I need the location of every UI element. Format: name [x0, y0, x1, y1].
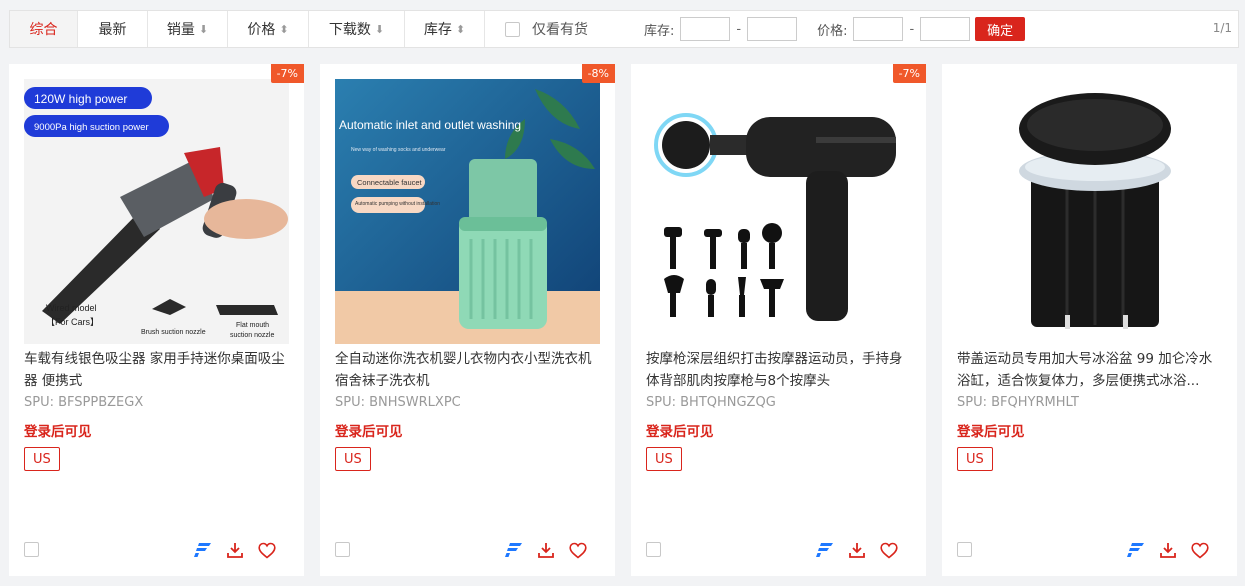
- product-card[interactable]: -7% 按摩枪深层组织打击按摩器运动员，手持身体背部肌肉按摩枪与8个按摩头 SP…: [631, 64, 926, 576]
- card-actions: [192, 539, 278, 561]
- product-title[interactable]: 带盖运动员专用加大号冰浴盆 99 加仑冷水浴缸，适合恢复体力，多层便携式冰浴..…: [957, 348, 1225, 392]
- tab-label: 最新: [98, 22, 127, 38]
- brand-f-icon[interactable]: [814, 539, 836, 561]
- product-title[interactable]: 按摩枪深层组织打击按摩器运动员，手持身体背部肌肉按摩枪与8个按摩头: [646, 348, 914, 392]
- page-indicator: 1/1: [1212, 21, 1232, 35]
- image-text: Flat mouth: [236, 322, 269, 329]
- market-tag: US: [24, 447, 60, 471]
- confirm-button[interactable]: 确定: [975, 17, 1026, 41]
- in-stock-checkbox[interactable]: [505, 21, 520, 37]
- brand-f-icon[interactable]: [192, 539, 214, 561]
- tab-downloads[interactable]: 下载数 ⬇: [309, 11, 405, 47]
- discount-badge: -7%: [270, 64, 304, 83]
- tab-label: 综合: [29, 22, 58, 38]
- select-checkbox[interactable]: [335, 542, 350, 557]
- product-image[interactable]: 120W high power 9000Pa high suction powe…: [24, 79, 289, 344]
- tab-stock[interactable]: 库存 ⬍: [405, 11, 485, 47]
- download-icon[interactable]: [535, 539, 557, 561]
- price-min-input[interactable]: [853, 17, 904, 41]
- discount-badge: -8%: [581, 64, 615, 83]
- market-tag: US: [646, 447, 682, 471]
- card-actions: [503, 539, 589, 561]
- login-to-view-price[interactable]: 登录后可见: [335, 420, 403, 440]
- stock-range-label: 库存:: [644, 23, 675, 39]
- range-dash: -: [736, 21, 742, 37]
- product-spu: SPU: BHTQHNGZQG: [646, 395, 776, 410]
- image-text: New way of washing socks and underwear: [351, 147, 446, 153]
- login-to-view-price[interactable]: 登录后可见: [957, 420, 1025, 440]
- brand-f-icon[interactable]: [503, 539, 525, 561]
- image-text: suction nozzle: [230, 332, 274, 339]
- image-text: Brush suction nozzle: [141, 329, 206, 336]
- in-stock-filter: 仅看有货: [505, 19, 588, 39]
- image-text: Wired model: [46, 303, 97, 313]
- product-spu: SPU: BNHSWRLXPC: [335, 395, 461, 410]
- sort-updown-icon: ⬍: [455, 22, 466, 36]
- product-card[interactable]: Automatic inlet and outlet washing New w…: [320, 64, 615, 576]
- product-grid: 120W high power 9000Pa high suction powe…: [9, 64, 1237, 576]
- product-title[interactable]: 全自动迷你洗衣机婴儿衣物内衣小型洗衣机宿舍袜子洗衣机: [335, 348, 603, 392]
- product-image[interactable]: [957, 79, 1222, 344]
- stock-max-input[interactable]: [747, 17, 798, 41]
- market-tag: US: [335, 447, 371, 471]
- heart-icon[interactable]: [878, 539, 900, 561]
- image-text: Automatic pumping without installation: [355, 201, 440, 207]
- product-spu: SPU: BFSPPBZEGX: [24, 395, 144, 410]
- download-icon[interactable]: [1157, 539, 1179, 561]
- product-card[interactable]: 120W high power 9000Pa high suction powe…: [9, 64, 304, 576]
- product-title[interactable]: 车载有线银色吸尘器 家用手持迷你桌面吸尘器 便携式: [24, 348, 292, 392]
- tab-label: 销量: [166, 22, 195, 38]
- product-image[interactable]: [646, 79, 911, 344]
- tab-price[interactable]: 价格 ⬍: [228, 11, 309, 47]
- stock-min-input[interactable]: [680, 17, 731, 41]
- select-checkbox[interactable]: [646, 542, 661, 557]
- image-text: 【For Cars】: [46, 317, 99, 327]
- range-dash: -: [909, 21, 915, 37]
- product-image[interactable]: Automatic inlet and outlet washing New w…: [335, 79, 600, 344]
- product-spu: SPU: BFQHYRMHLT: [957, 395, 1079, 410]
- price-max-input[interactable]: [920, 17, 971, 41]
- in-stock-label: 仅看有货: [532, 22, 588, 38]
- image-text: Automatic inlet and outlet washing: [339, 118, 521, 132]
- tab-newest[interactable]: 最新: [78, 11, 148, 47]
- login-to-view-price[interactable]: 登录后可见: [24, 420, 92, 440]
- stock-range: 库存: -: [644, 17, 798, 41]
- sort-updown-icon: ⬍: [279, 22, 289, 36]
- heart-icon[interactable]: [1189, 539, 1211, 561]
- heart-icon[interactable]: [256, 539, 278, 561]
- market-tag: US: [957, 447, 993, 471]
- select-checkbox[interactable]: [957, 542, 972, 557]
- login-to-view-price[interactable]: 登录后可见: [646, 420, 714, 440]
- tab-label: 库存: [423, 22, 452, 38]
- tab-sales[interactable]: 销量 ⬇: [148, 11, 228, 47]
- image-text: Connectable faucet: [357, 178, 423, 187]
- download-icon[interactable]: [224, 539, 246, 561]
- brand-f-icon[interactable]: [1125, 539, 1147, 561]
- heart-icon[interactable]: [567, 539, 589, 561]
- image-text: 9000Pa high suction power: [34, 122, 149, 133]
- tab-comprehensive[interactable]: 综合: [10, 11, 78, 47]
- image-text: 120W high power: [34, 92, 127, 106]
- card-actions: [814, 539, 900, 561]
- card-actions: [1125, 539, 1211, 561]
- tab-label: 下载数: [328, 22, 371, 38]
- price-range-label: 价格:: [817, 23, 848, 39]
- select-checkbox[interactable]: [24, 542, 39, 557]
- sort-toolbar: 综合 最新 销量 ⬇ 价格 ⬍ 下载数 ⬇ 库存 ⬍ 仅看有货 库存: - 价格: - …: [9, 10, 1239, 48]
- discount-badge: -7%: [892, 64, 926, 83]
- tab-label: 价格: [247, 22, 276, 38]
- product-card[interactable]: 带盖运动员专用加大号冰浴盆 99 加仑冷水浴缸，适合恢复体力，多层便携式冰浴..…: [942, 64, 1237, 576]
- download-icon[interactable]: [846, 539, 868, 561]
- sort-down-icon: ⬇: [374, 22, 385, 36]
- price-range: 价格: -: [817, 17, 971, 41]
- sort-down-icon: ⬇: [198, 22, 209, 36]
